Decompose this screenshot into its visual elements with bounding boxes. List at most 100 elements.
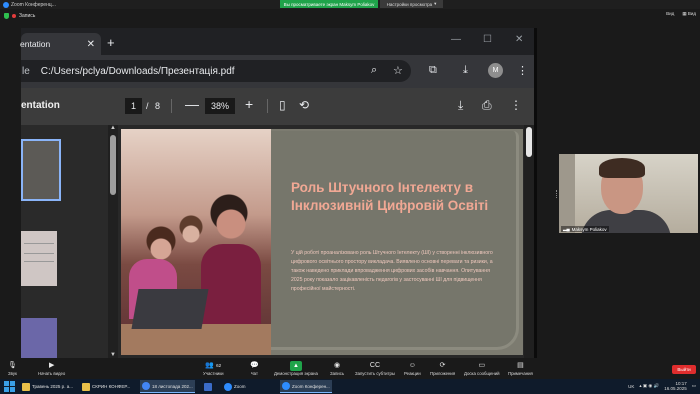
url-prefix: le (22, 65, 30, 77)
zoom-app-title: Zoom Конференц... (0, 1, 56, 8)
chat-icon: 💬 (250, 362, 259, 369)
url-field[interactable]: le C:/Users/pclya/Downloads/Презентація.… (21, 60, 411, 82)
taskbar-app-zoom[interactable]: Zoom (222, 380, 248, 393)
thumbnail-line (24, 253, 54, 254)
taskbar-app-label: Травень 2025 р. а... (32, 384, 73, 389)
taskbar-app-excel[interactable]: Травень 2025 р. а... (20, 380, 75, 393)
view-button[interactable]: ▦ Вид (682, 11, 696, 17)
captions-button[interactable]: CC Запустить субтитры (355, 361, 395, 376)
recording-indicator[interactable]: Запись (0, 13, 35, 19)
chat-button[interactable]: 💬 Чат (250, 361, 259, 376)
record-button[interactable]: ◉ Запись (330, 361, 344, 376)
clock[interactable]: 10:17 16.05.2025 (664, 381, 687, 391)
panel-resize-handle[interactable] (556, 190, 558, 198)
scrollbar-thumb[interactable] (110, 135, 116, 195)
address-bar: le C:/Users/pclya/Downloads/Презентація.… (21, 55, 534, 88)
toolbar-divider (267, 99, 268, 113)
browser-window: entation ✕ + — ☐ ✕ le C:/Users/pclya/Dow… (20, 28, 534, 358)
apps-icon: ⟳ (439, 362, 446, 369)
tab-presentation[interactable]: entation ✕ (20, 33, 101, 55)
windows-start-icon[interactable] (4, 381, 15, 392)
leave-button[interactable]: Выйти (672, 365, 696, 374)
participants-icon: 👥 62 (205, 362, 222, 369)
page-scrollbar[interactable] (524, 125, 534, 358)
zoom-out-button[interactable]: — (185, 96, 199, 112)
notes-button[interactable]: ▤ Примечания (508, 361, 533, 376)
taskbar-app-word[interactable] (202, 380, 214, 393)
whiteboard-button[interactable]: ▭ Доска сообщений (464, 361, 500, 376)
share-screen-button[interactable]: ▲ Демонстрация экрана (274, 361, 318, 376)
maximize-button[interactable]: ☐ (483, 34, 492, 45)
zoom-level-input[interactable]: 38% (205, 98, 235, 114)
more-options-icon[interactable]: ⋮ (510, 98, 522, 112)
pdf-document-title: entation (21, 100, 60, 111)
page-thumbnail[interactable] (21, 231, 57, 286)
page-thumbnail[interactable] (21, 139, 61, 201)
notes-label: Примечания (508, 371, 533, 376)
clock-date: 16.05.2025 (664, 386, 687, 391)
more-menu-icon[interactable]: ⋮ (517, 64, 528, 77)
slide-title: Роль Штучного Інтелекту в Інклюзивній Ци… (291, 180, 489, 213)
thumbnail-line (24, 243, 54, 244)
tray-icons[interactable]: ▴ ▣ ◉ 🔊 (639, 383, 659, 389)
captions-label: Запустить субтитры (355, 371, 395, 376)
scrollbar-thumb[interactable] (526, 127, 532, 157)
taskbar-app-chrome[interactable]: 18 листопада 202... (140, 380, 195, 393)
view-options-button[interactable]: Настройки просмотра ▾ (380, 0, 443, 8)
slide-text-panel: Роль Штучного Інтелекту в Інклюзивній Ци… (271, 131, 519, 350)
profile-avatar[interactable]: M (488, 63, 503, 78)
close-window-button[interactable]: ✕ (515, 34, 523, 45)
record-icon: ◉ (334, 362, 341, 369)
extensions-icon[interactable]: ⧉ (429, 64, 437, 77)
recording-label: Запись (19, 13, 36, 19)
view-options-label: Настройки просмотра (386, 1, 433, 7)
thumbnail-sidebar (21, 125, 108, 358)
language-indicator[interactable]: UK (628, 384, 634, 389)
video-person-hair (599, 158, 645, 178)
tab-close-icon[interactable]: ✕ (87, 39, 95, 50)
rotate-icon[interactable]: ⟲ (299, 98, 309, 112)
zoom-toolbar: 🎙 Звук ▶ Начать видео 👥 62 Участники 💬 Ч… (0, 360, 700, 378)
zoom-search-icon[interactable]: ⌕ (371, 64, 377, 77)
view-label: Вид (687, 11, 696, 16)
word-icon (204, 382, 212, 391)
thumbnail-line (24, 261, 54, 262)
page-thumbnail[interactable] (21, 318, 57, 358)
view-button-left[interactable]: Вид (666, 11, 674, 17)
captions-icon: CC (369, 362, 381, 369)
zoom-subbar: Запись Вид ▦ Вид (0, 9, 700, 23)
toolbar-divider (171, 99, 172, 113)
reactions-label: Реакции (404, 371, 421, 376)
start-video-button[interactable]: ▶ Начать видео (38, 361, 65, 376)
taskbar-app-zoom-meeting[interactable]: Zoom Конферен... (280, 380, 332, 393)
download-icon[interactable]: ⤓ (463, 64, 468, 77)
url-text: C:/Users/pclya/Downloads/Презентація.pdf (40, 65, 235, 77)
whiteboard-icon: ▭ (478, 362, 486, 369)
record-label: Запись (330, 371, 345, 376)
taskbar-app-label: СКРИН КОНФЕР... (92, 384, 131, 389)
new-tab-button[interactable]: + (107, 35, 115, 50)
audio-button[interactable]: 🎙 Звук (8, 361, 17, 376)
reactions-button[interactable]: ☺ Реакции (404, 361, 421, 376)
scroll-up-icon[interactable]: ▲ (110, 125, 116, 131)
taskbar-app-folder[interactable]: СКРИН КОНФЕР... (80, 380, 132, 393)
notification-icon[interactable]: ▭ (692, 383, 696, 389)
taskbar-app-label: 18 листопада 202... (152, 383, 193, 389)
page-number-input[interactable]: 1 (125, 98, 142, 114)
print-icon[interactable]: ⎙ (482, 98, 492, 113)
participant-video[interactable]: ▂▄ Maksym Poliakov (559, 154, 698, 233)
minimize-button[interactable]: — (451, 34, 461, 45)
thumbnail-scrollbar[interactable]: ▲ ▼ (108, 125, 118, 358)
download-icon[interactable]: ⤓ (458, 98, 463, 113)
bookmark-star-icon[interactable]: ☆ (393, 64, 403, 77)
zoom-in-button[interactable]: + (245, 96, 253, 112)
smiley-icon: ☺ (408, 362, 416, 369)
microphone-icon: 🎙 (8, 362, 17, 369)
participants-button[interactable]: 👥 62 Участники (203, 361, 224, 376)
fit-page-icon[interactable]: ▯ (279, 98, 286, 112)
scroll-down-icon[interactable]: ▼ (110, 352, 116, 358)
apps-button[interactable]: ⟳ Приложения (430, 361, 455, 376)
participants-label: Участники (203, 371, 224, 376)
record-dot-icon (12, 14, 16, 18)
photo-teacher (201, 244, 261, 334)
